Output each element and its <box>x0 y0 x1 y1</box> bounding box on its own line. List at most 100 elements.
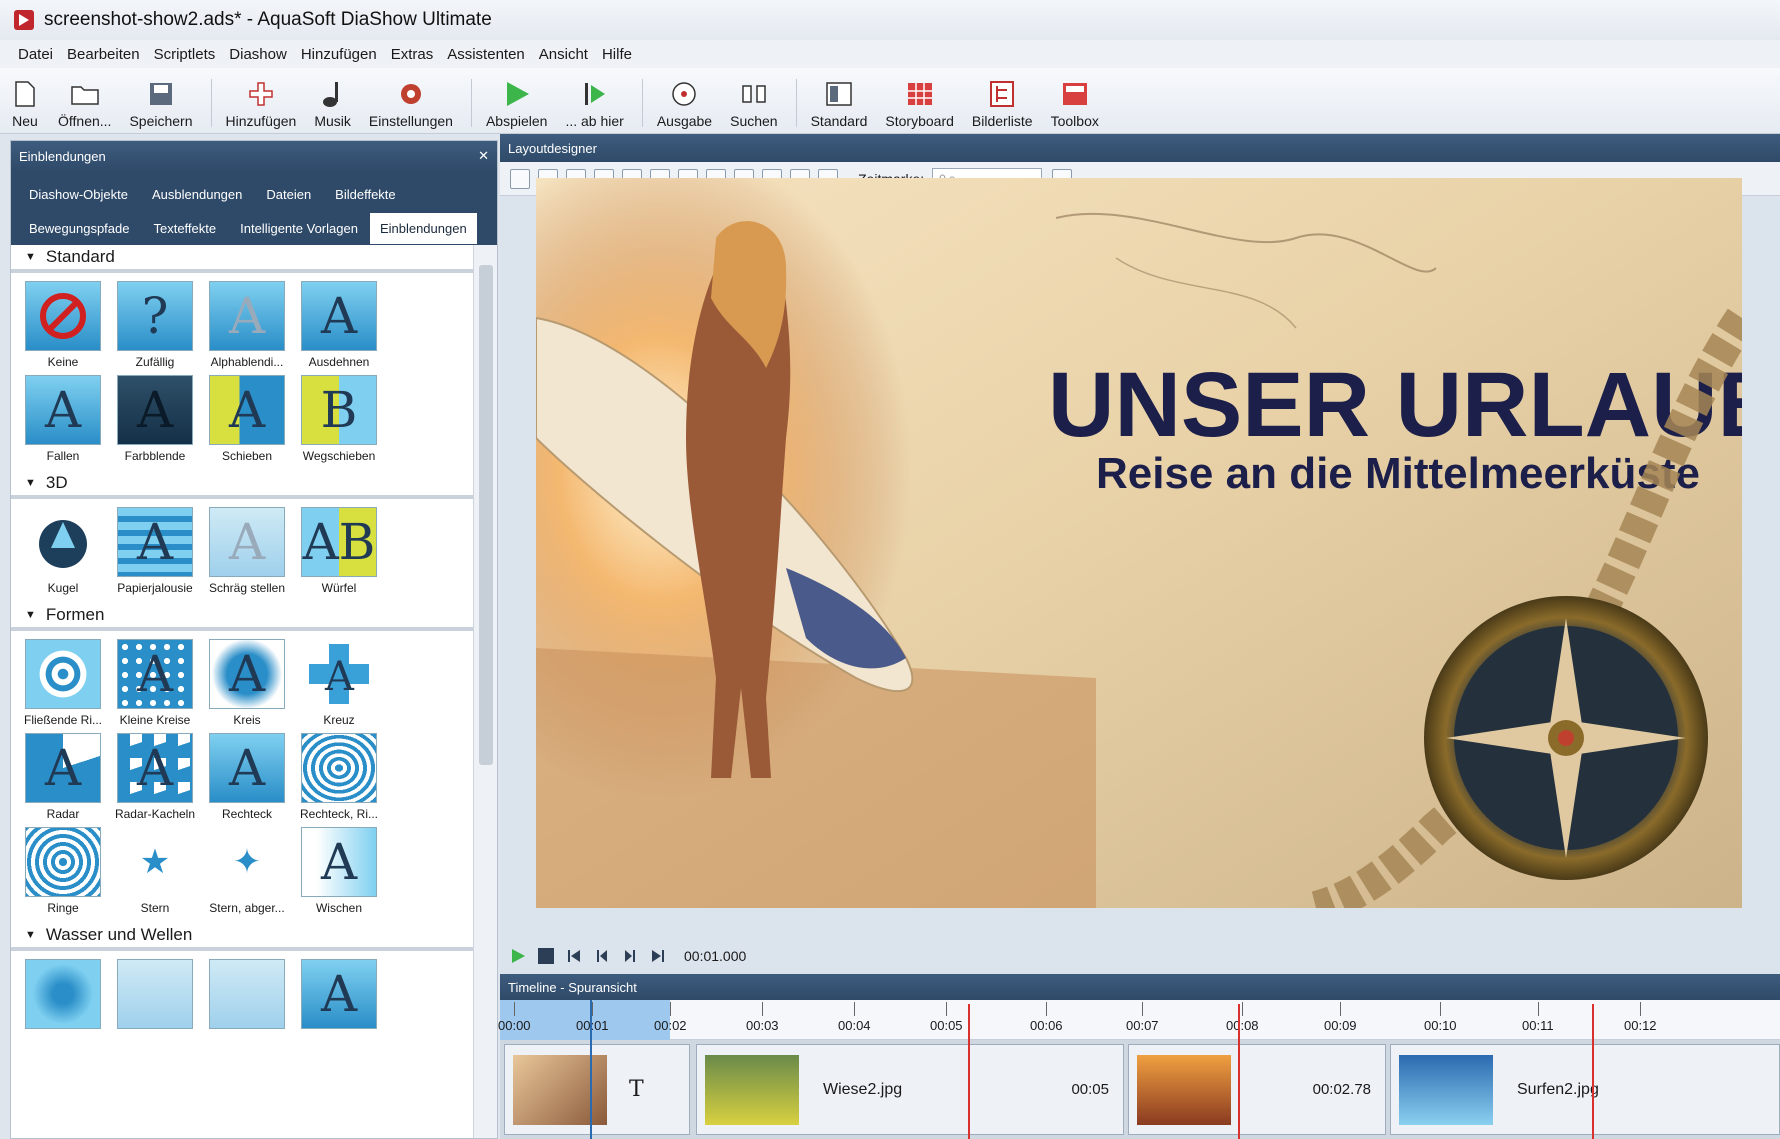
transition-fliessende-ringe[interactable]: Fließende Ri... <box>17 639 109 727</box>
transition-alphablending[interactable]: A Alphablendi... <box>201 281 293 369</box>
panel-scrollbar[interactable] <box>473 245 497 1138</box>
transition-kugel[interactable]: Kugel <box>17 507 109 595</box>
transition-papierjalousie[interactable]: A Papierjalousie <box>109 507 201 595</box>
transition-ringe[interactable]: Ringe <box>17 827 109 915</box>
transition-kleine-kreise[interactable]: A Kleine Kreise <box>109 639 201 727</box>
transition-fallen[interactable]: A Fallen <box>17 375 109 463</box>
menu-datei[interactable]: Datei <box>18 46 53 63</box>
new-button[interactable]: Neu <box>10 71 40 133</box>
skip-start-icon[interactable] <box>566 948 582 964</box>
tick: 00:00 <box>498 1002 531 1033</box>
section-standard[interactable]: Standard <box>11 245 473 273</box>
transition-schraeg-stellen[interactable]: A Schräg stellen <box>201 507 293 595</box>
menu-hilfe[interactable]: Hilfe <box>602 46 632 63</box>
storyboard-button[interactable]: Storyboard <box>885 71 954 133</box>
section-3d[interactable]: 3D <box>11 471 473 499</box>
transition-water-2[interactable] <box>109 959 201 1029</box>
clip-thumbnail <box>513 1054 607 1125</box>
open-button[interactable]: Öffnen... <box>58 71 111 133</box>
transition-kreis[interactable]: A Kreis <box>201 639 293 727</box>
tab-texteffekte[interactable]: Texteffekte <box>153 221 216 236</box>
transition-wegschieben[interactable]: B Wegschieben <box>293 375 385 463</box>
panel-close-icon[interactable]: ✕ <box>478 148 489 164</box>
preview-stage[interactable]: UNSER URLAUB Reise an die Mittelmeerküst… <box>536 178 1742 908</box>
tab-bildeffekte[interactable]: Bildeffekte <box>335 187 395 202</box>
playhead[interactable] <box>590 1000 592 1139</box>
transition-water-3[interactable] <box>201 959 293 1029</box>
tab-einblendungen[interactable]: Einblendungen <box>369 212 477 244</box>
timeline-clip[interactable]: 00:02.78 <box>1128 1044 1386 1135</box>
menu-bearbeiten[interactable]: Bearbeiten <box>67 46 140 63</box>
rectangle-rings-icon <box>301 733 377 803</box>
tab-intelligente-vorlagen[interactable]: Intelligente Vorlagen <box>240 221 358 236</box>
timeline-ruler[interactable]: 00:00 00:01 00:02 00:03 00:04 00:05 00:0… <box>498 1000 1780 1040</box>
skip-end-icon[interactable] <box>650 948 666 964</box>
timeline-clip[interactable]: T <box>504 1044 690 1135</box>
app-window: screenshot-show2.ads* - AquaSoft DiaShow… <box>0 0 1780 1139</box>
section-formen[interactable]: Formen <box>11 603 473 631</box>
transition-water-1[interactable] <box>17 959 109 1029</box>
settings-button[interactable]: Einstellungen <box>369 71 453 133</box>
scrollbar-thumb[interactable] <box>479 265 493 765</box>
clip-duration: 00:05 <box>1071 1081 1109 1098</box>
music-button[interactable]: Musik <box>314 71 351 133</box>
menu-hinzufuegen[interactable]: Hinzufügen <box>301 46 377 63</box>
color-blend-icon: A <box>117 375 193 445</box>
timeline-clip[interactable]: Surfen2.jpg <box>1390 1044 1780 1135</box>
transition-farbblende[interactable]: A Farbblende <box>109 375 201 463</box>
transition-wuerfel[interactable]: AB Würfel <box>293 507 385 595</box>
menu-extras[interactable]: Extras <box>391 46 434 63</box>
new-file-icon <box>10 79 40 109</box>
transition-rechteck-ringe[interactable]: Rechteck, Ri... <box>293 733 385 821</box>
transition-stern[interactable]: ★ Stern <box>109 827 201 915</box>
transition-kreuz[interactable]: A Kreuz <box>293 639 385 727</box>
marker-line <box>968 1004 970 1139</box>
transition-water-4[interactable]: A <box>293 959 385 1029</box>
menu-ansicht[interactable]: Ansicht <box>539 46 588 63</box>
tab-bewegungspfade[interactable]: Bewegungspfade <box>29 221 129 236</box>
play-button[interactable]: Abspielen <box>486 71 547 133</box>
tab-diashow-objekte[interactable]: Diashow-Objekte <box>29 187 128 202</box>
play-from-here-button[interactable]: ... ab hier <box>565 71 624 133</box>
step-forward-icon[interactable] <box>622 948 638 964</box>
water-drain-icon <box>25 959 101 1029</box>
transition-schieben[interactable]: A Schieben <box>201 375 293 463</box>
window-title: screenshot-show2.ads* - AquaSoft DiaShow… <box>44 9 492 30</box>
text-object-icon: T <box>629 1077 644 1102</box>
transition-radar[interactable]: A Radar <box>17 733 109 821</box>
play-from-here-icon <box>580 79 610 109</box>
circle-icon: A <box>209 639 285 709</box>
menu-assistenten[interactable]: Assistenten <box>447 46 525 63</box>
transition-radar-kacheln[interactable]: A Radar-Kacheln <box>109 733 201 821</box>
transition-keine[interactable]: Keine <box>17 281 109 369</box>
water-drip-icon <box>117 959 193 1029</box>
add-button[interactable]: Hinzufügen <box>226 71 296 133</box>
transition-stern-abgerundet[interactable]: ✦ Stern, abger... <box>201 827 293 915</box>
save-button[interactable]: Speichern <box>129 71 193 133</box>
image-list-button[interactable]: Bilderliste <box>972 71 1033 133</box>
menu-scriptlets[interactable]: Scriptlets <box>154 46 216 63</box>
water-letter-icon: A <box>301 959 377 1029</box>
tab-ausblendungen[interactable]: Ausblendungen <box>152 187 242 202</box>
rings-icon <box>25 827 101 897</box>
timeline-clip[interactable]: Wiese2.jpg 00:05 <box>696 1044 1124 1135</box>
search-button[interactable]: Suchen <box>730 71 778 133</box>
alpha-blend-icon: A <box>209 281 285 351</box>
section-wasser-und-wellen[interactable]: Wasser und Wellen <box>11 923 473 951</box>
toolbox-button[interactable]: Toolbox <box>1051 71 1099 133</box>
step-back-icon[interactable] <box>594 948 610 964</box>
app-icon <box>14 10 34 30</box>
output-button[interactable]: Ausgabe <box>657 71 712 133</box>
clip-thumbnail <box>1137 1054 1231 1125</box>
transition-ausdehnen[interactable]: A Ausdehnen <box>293 281 385 369</box>
transition-rechteck[interactable]: A Rechteck <box>201 733 293 821</box>
play-icon[interactable] <box>510 948 526 964</box>
tab-dateien[interactable]: Dateien <box>266 187 311 202</box>
timeline-track: T Wiese2.jpg 00:05 00:02.78 Surfen2.jpg <box>500 1040 1780 1139</box>
standard-view-button[interactable]: Standard <box>811 71 867 133</box>
stop-icon[interactable] <box>538 948 554 964</box>
menu-diashow[interactable]: Diashow <box>229 46 287 63</box>
transition-zufaellig[interactable]: ? Zufällig <box>109 281 201 369</box>
select-tool-icon[interactable] <box>510 168 530 189</box>
transition-wischen[interactable]: A Wischen <box>293 827 385 915</box>
